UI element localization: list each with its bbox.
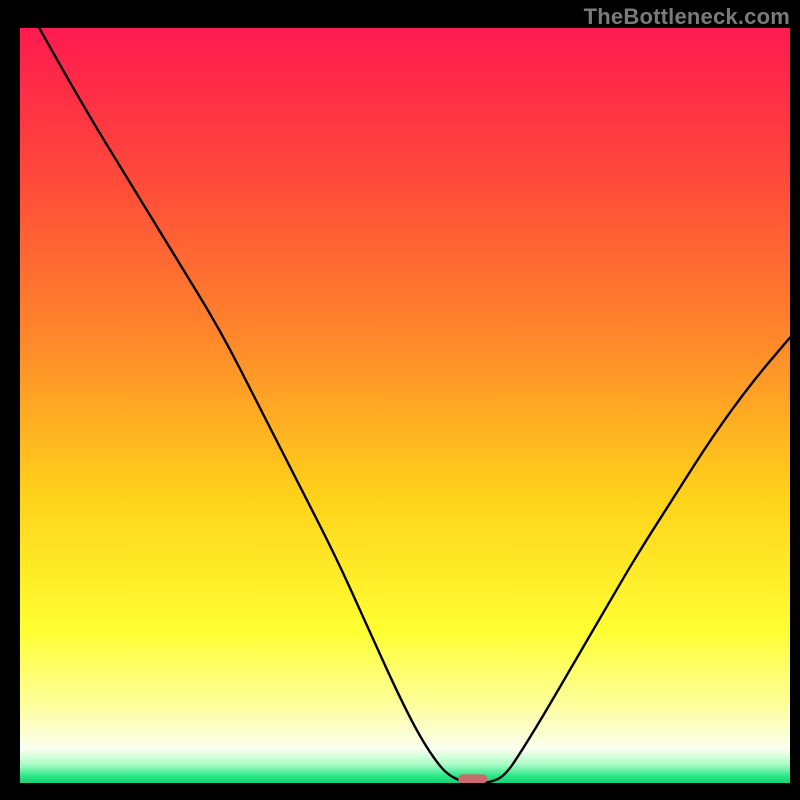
chart-background [20,28,790,783]
bottleneck-chart [0,0,800,800]
optimal-marker [458,774,487,783]
chart-frame: TheBottleneck.com [0,0,800,800]
